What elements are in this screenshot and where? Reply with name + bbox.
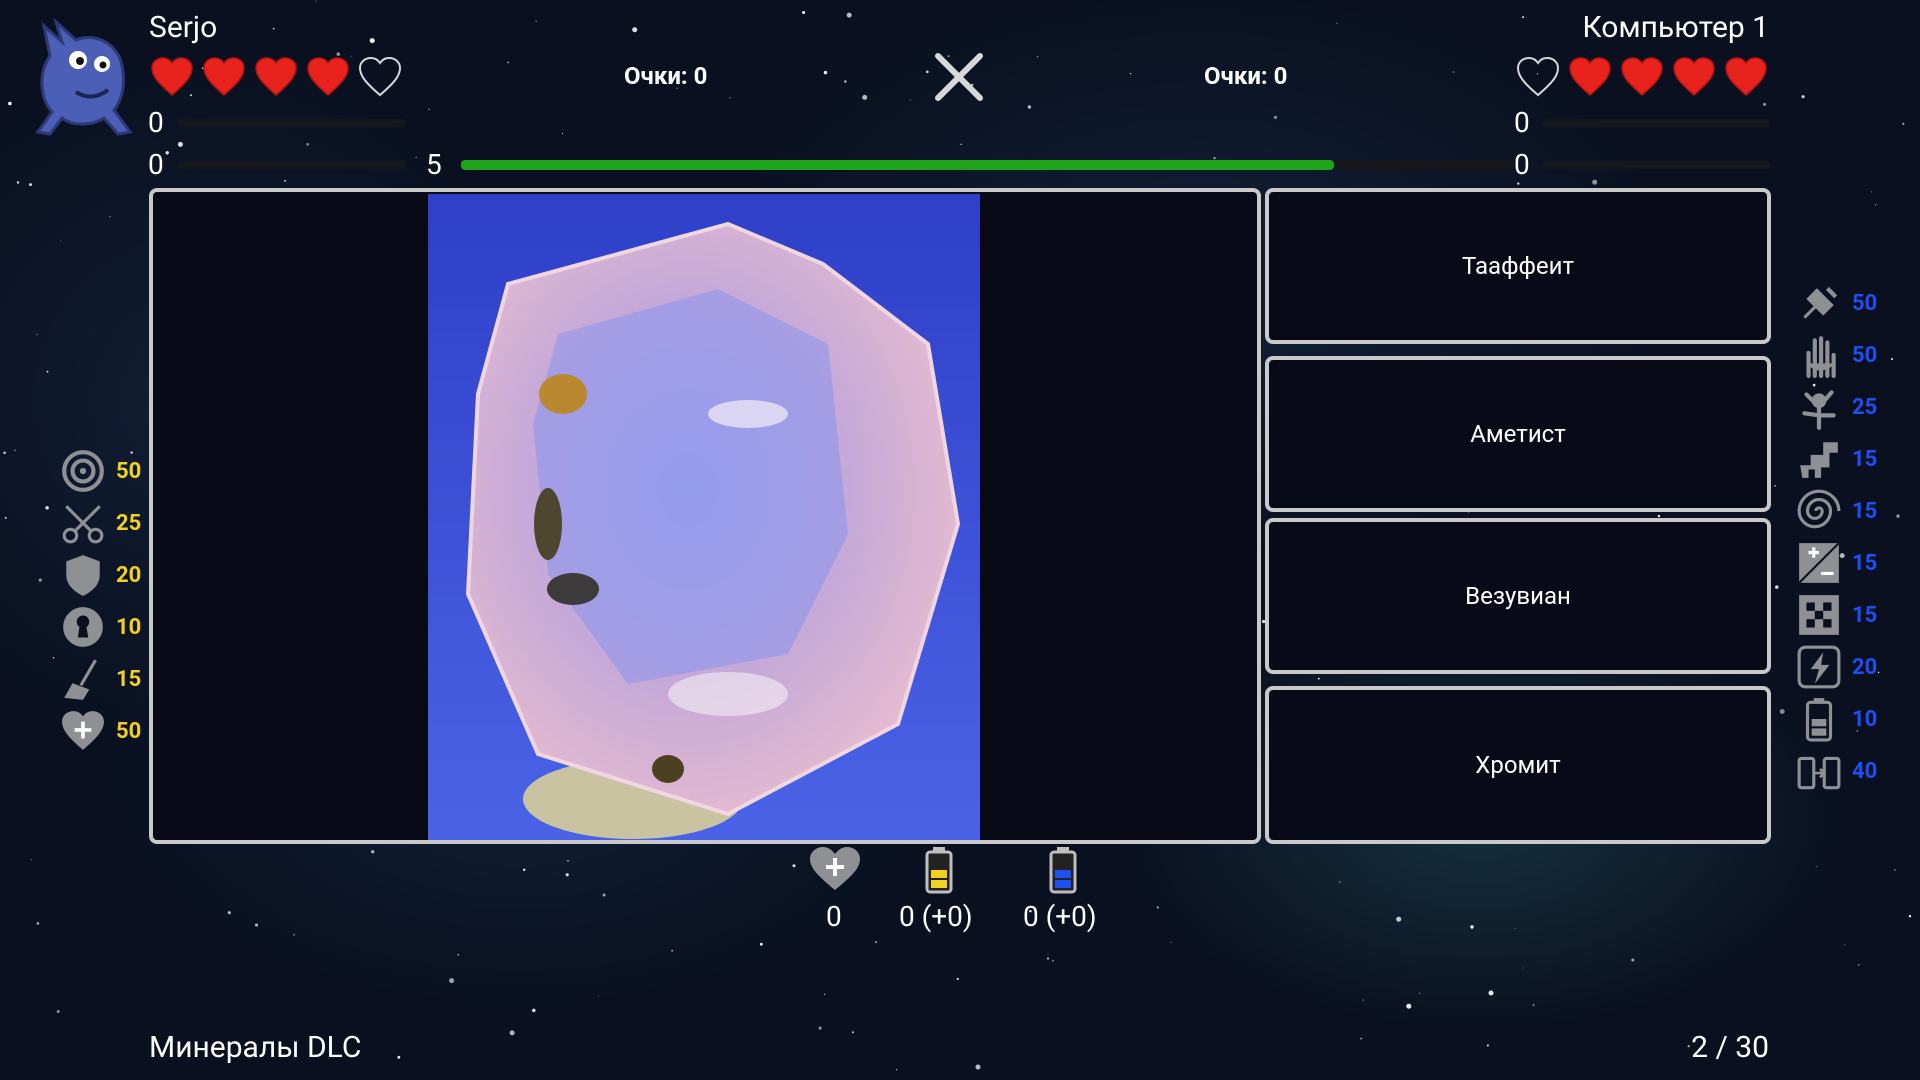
plus-minus-icon [1798,542,1840,584]
player2-name: Компьютер 1 [1582,10,1769,45]
powerup-shield[interactable]: 20 [58,552,141,598]
dinosaur-icon [1800,442,1838,478]
player2-score: Очки: 0 [1204,62,1288,90]
powerup-cost: 40 [1852,758,1878,784]
lightning-icon [1797,645,1841,689]
answer-option-3[interactable]: Везувиан [1265,518,1771,674]
powerup-cost: 50 [116,458,142,484]
question-image [428,194,980,840]
spiral-icon [1797,489,1841,529]
heart-empty-icon [358,56,402,97]
plant-creature-icon [1802,390,1836,430]
powerup-dinosaur[interactable]: 15 [1794,436,1877,482]
avatar [35,17,133,136]
powerup-broom[interactable]: 15 [58,656,141,702]
player1-name: Serjo [149,10,218,45]
answer-option-3-label: Везувиан [1465,582,1571,610]
powerup-target[interactable]: 50 [58,448,141,494]
powerup-satellite[interactable]: 50 [1794,280,1877,326]
hearts-count: 0 [826,900,842,933]
powerup-cost: 10 [116,614,142,640]
powerup-heart-plus[interactable]: 50 [58,708,141,754]
heart-full-icon [1673,57,1715,96]
powerup-cost: 50 [1852,342,1878,368]
powerup-scissors[interactable]: 25 [58,500,141,546]
heart-full-icon [1569,57,1611,96]
player2-bar-bottom [1542,161,1770,169]
heart-empty-icon [1516,56,1560,97]
player2-bar-top [1542,119,1770,127]
powerup-plus-minus[interactable]: 15 [1794,540,1877,586]
powerup-cost: 15 [1852,602,1878,628]
player1-lives [150,56,402,98]
powerup-cost: 50 [1852,290,1878,316]
powerup-keyhole[interactable]: 10 [58,604,141,650]
powerup-battery[interactable]: 10 [1794,696,1877,742]
battery-icon [1805,698,1833,742]
powerup-spiral[interactable]: 15 [1794,488,1877,534]
heart-plus-icon [810,847,860,890]
powerup-cost: 15 [1852,550,1878,576]
player2-bar-bottom-value: 0 [1514,148,1530,181]
battery-transfer-icon [1797,756,1841,790]
powerup-hand[interactable]: 50 [1794,332,1877,378]
question-panel [149,188,1261,844]
yellow-battery-value: 0 (+0) [899,900,973,933]
player2-bar-top-value: 0 [1514,106,1530,139]
heart-full-icon [151,57,193,96]
player1-bar-bottom [178,161,406,169]
heart-full-icon [1621,57,1663,96]
powerup-cost: 20 [116,562,142,588]
hand-icon [1806,336,1836,378]
powerup-battery-transfer[interactable]: 40 [1794,748,1877,794]
powerup-plant-creature[interactable]: 25 [1794,384,1877,430]
player1-score: Очки: 0 [624,62,708,90]
category-label: Минералы DLC [149,1030,362,1065]
powerup-cost: 10 [1852,706,1878,732]
heart-full-icon [203,57,245,96]
heart-full-icon [1725,57,1767,96]
target-icon [62,450,104,492]
powerup-cost: 20 [1852,654,1878,680]
shield-icon [66,555,100,596]
powerup-cost: 15 [1852,498,1878,524]
scissors-icon [62,505,104,544]
keyhole-icon [63,607,103,647]
player1-bar-bottom-value: 0 [148,148,164,181]
heart-full-icon [307,57,349,96]
powerup-checker[interactable]: 15 [1794,592,1877,638]
answer-option-4-label: Хромит [1475,751,1561,779]
heart-plus-icon [62,711,104,750]
answer-option-1-label: Тааффеит [1461,252,1575,280]
timer-value: 5 [426,148,442,181]
satellite-icon [1803,286,1838,319]
powerup-cost: 15 [116,666,142,692]
answer-option-2[interactable]: Аметист [1265,356,1771,512]
yellow-battery-icon [925,847,953,894]
timer-bar [461,160,1513,170]
player1-bar-top-value: 0 [148,106,164,139]
answer-option-4[interactable]: Хромит [1265,686,1771,844]
blue-battery-icon [1049,847,1077,894]
timer-bar-fill [461,160,1335,170]
powerup-cost: 25 [1852,394,1878,420]
question-progress: 2 / 30 [1691,1030,1769,1065]
blue-battery-value: 0 (+0) [1023,900,1097,933]
powerup-cost: 25 [116,510,142,536]
broom-icon [64,659,97,700]
player1-bar-top [178,119,406,127]
powerup-cost: 50 [116,718,142,744]
player2-lives [1516,56,1768,98]
close-icon[interactable] [932,50,986,104]
checker-icon [1799,595,1839,635]
heart-full-icon [255,57,297,96]
answer-option-2-label: Аметист [1470,420,1566,448]
answer-option-1[interactable]: Тааффеит [1265,188,1771,344]
powerup-lightning[interactable]: 20 [1794,644,1877,690]
powerup-cost: 15 [1852,446,1878,472]
